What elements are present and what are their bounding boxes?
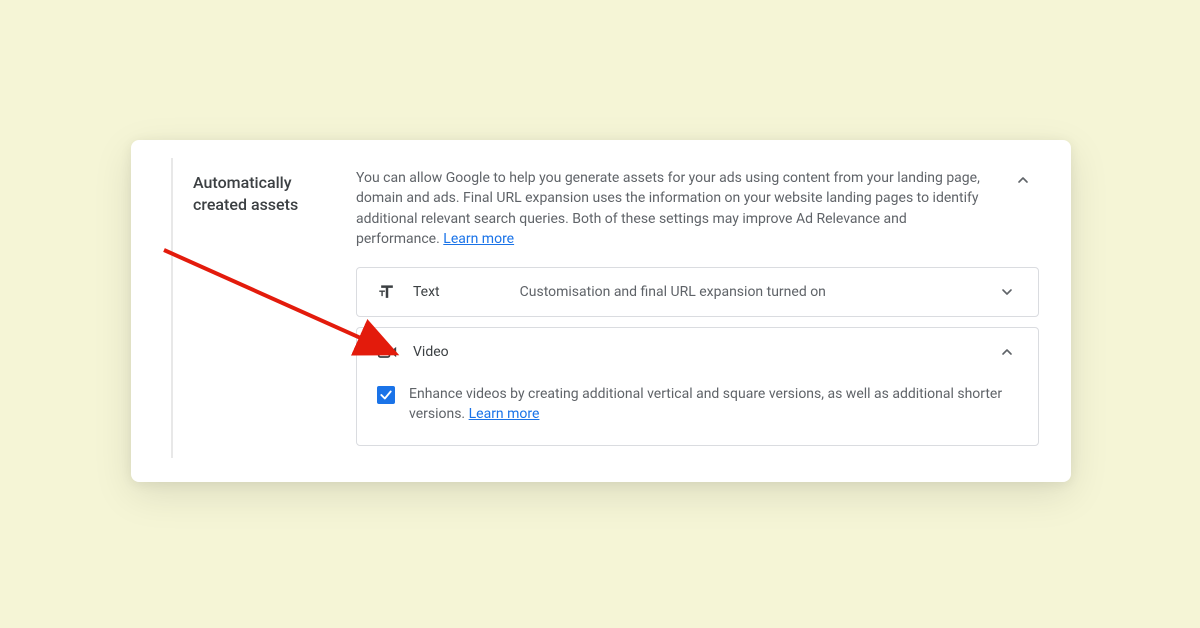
collapse-section-button[interactable] xyxy=(1011,168,1035,192)
video-panel-label: Video xyxy=(413,344,449,360)
text-icon xyxy=(377,282,399,302)
video-learn-more-link[interactable]: Learn more xyxy=(469,406,540,422)
video-icon xyxy=(377,342,399,362)
video-panel-collapse xyxy=(996,344,1018,360)
chevron-down-icon xyxy=(999,284,1015,300)
video-panel-header[interactable]: Video xyxy=(357,328,1038,376)
section-description: You can allow Google to help you generat… xyxy=(356,158,1039,267)
text-panel-summary: Customisation and final URL expansion tu… xyxy=(520,284,996,300)
chevron-up-icon xyxy=(1015,172,1031,188)
video-panel-body: Enhance videos by creating additional ve… xyxy=(357,376,1038,445)
settings-card: Automatically created assets You can all… xyxy=(131,140,1071,482)
video-panel: Video Enhance videos by creating additio… xyxy=(356,327,1039,446)
text-panel-header[interactable]: Text Customisation and final URL expansi… xyxy=(357,268,1038,316)
section-label-column: Automatically created assets xyxy=(171,158,356,458)
text-panel-expand xyxy=(996,284,1018,300)
text-panel-label: Text xyxy=(413,284,440,300)
learn-more-link[interactable]: Learn more xyxy=(443,231,514,247)
enhance-videos-checkbox[interactable] xyxy=(377,386,395,404)
chevron-up-icon xyxy=(999,344,1015,360)
enhance-videos-label: Enhance videos by creating additional ve… xyxy=(409,384,1018,425)
section-title: Automatically created assets xyxy=(193,172,344,217)
section-main: You can allow Google to help you generat… xyxy=(356,158,1039,456)
text-panel: Text Customisation and final URL expansi… xyxy=(356,267,1039,317)
check-icon xyxy=(379,388,393,402)
